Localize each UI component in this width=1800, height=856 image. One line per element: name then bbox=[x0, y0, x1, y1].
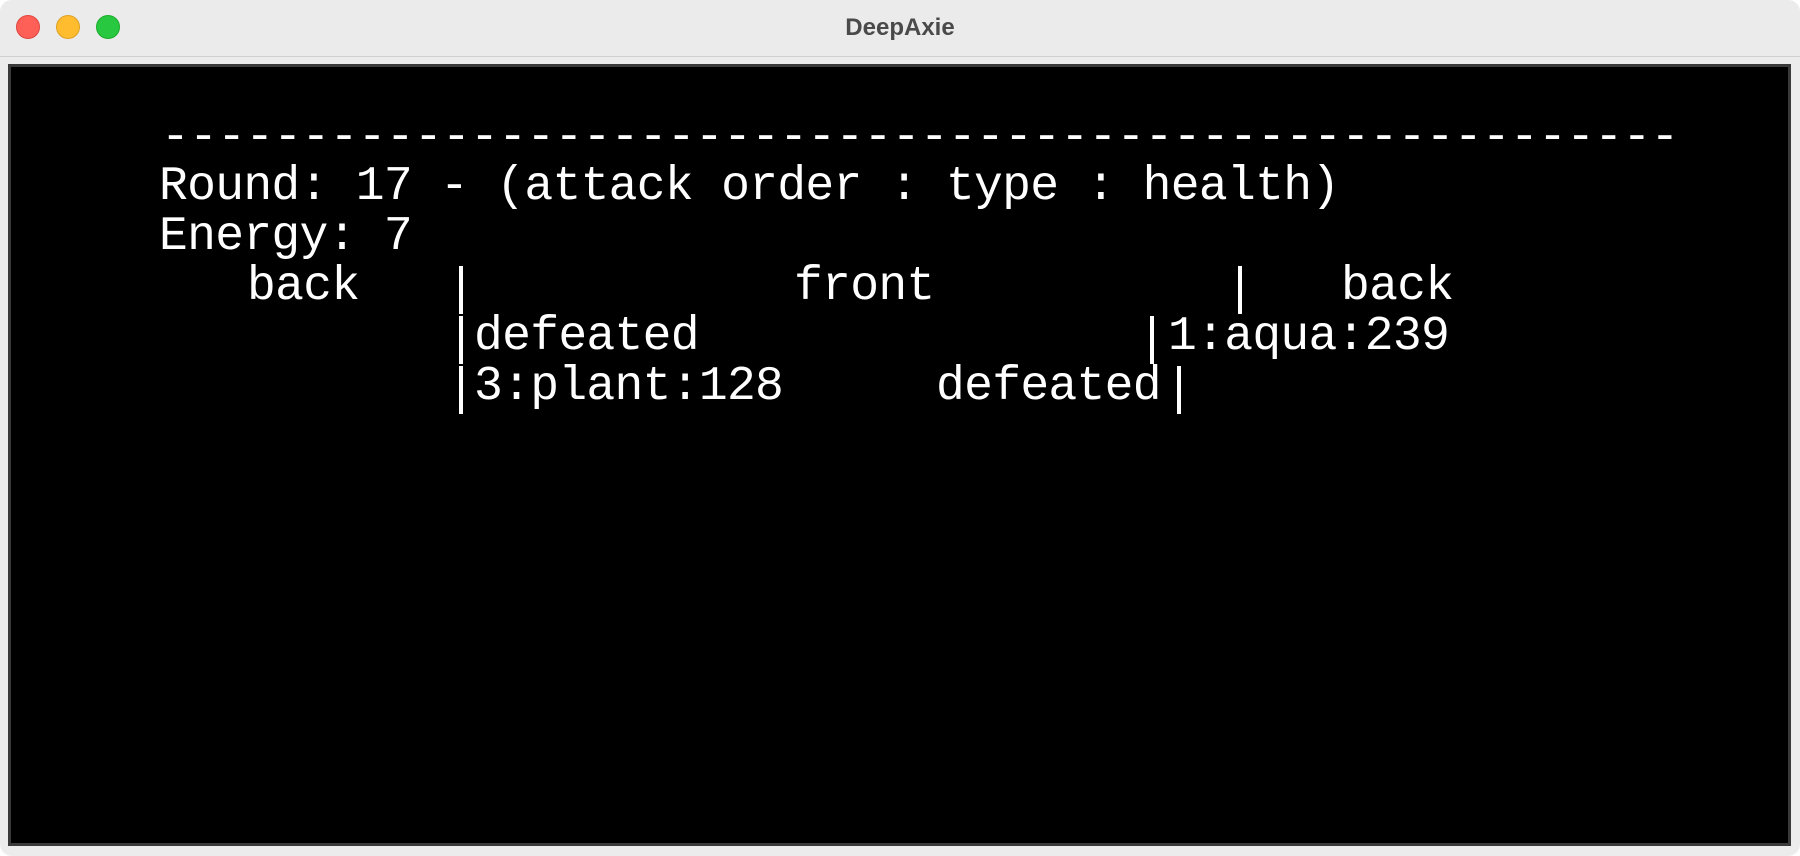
terminal-output: ----------------------------------------… bbox=[8, 64, 1791, 846]
app-window: DeepAxie -------------------------------… bbox=[0, 0, 1800, 856]
separator-bar bbox=[459, 366, 463, 414]
row2-left-front: 3:plant:128 bbox=[474, 360, 784, 414]
separator-bar bbox=[459, 266, 463, 314]
header-right-back: back bbox=[1341, 260, 1454, 314]
separator-bar bbox=[1177, 366, 1181, 414]
header-left-back: back bbox=[247, 260, 360, 314]
row1-right-front: 1:aqua:239 bbox=[1168, 310, 1450, 364]
separator-line: ----------------------------------------… bbox=[161, 111, 1679, 165]
round-info: Round: 17 - (attack order : type : healt… bbox=[159, 160, 1340, 214]
separator-bar bbox=[1150, 316, 1154, 364]
title-bar: DeepAxie bbox=[0, 0, 1800, 57]
separator-bar bbox=[1238, 266, 1242, 314]
separator-bar bbox=[459, 316, 463, 364]
row2-right-front: defeated bbox=[936, 360, 1162, 414]
window-title: DeepAxie bbox=[845, 14, 955, 41]
row1-left-front: defeated bbox=[474, 310, 700, 364]
header-front: front bbox=[794, 260, 935, 314]
energy-info: Energy: 7 bbox=[159, 210, 413, 264]
